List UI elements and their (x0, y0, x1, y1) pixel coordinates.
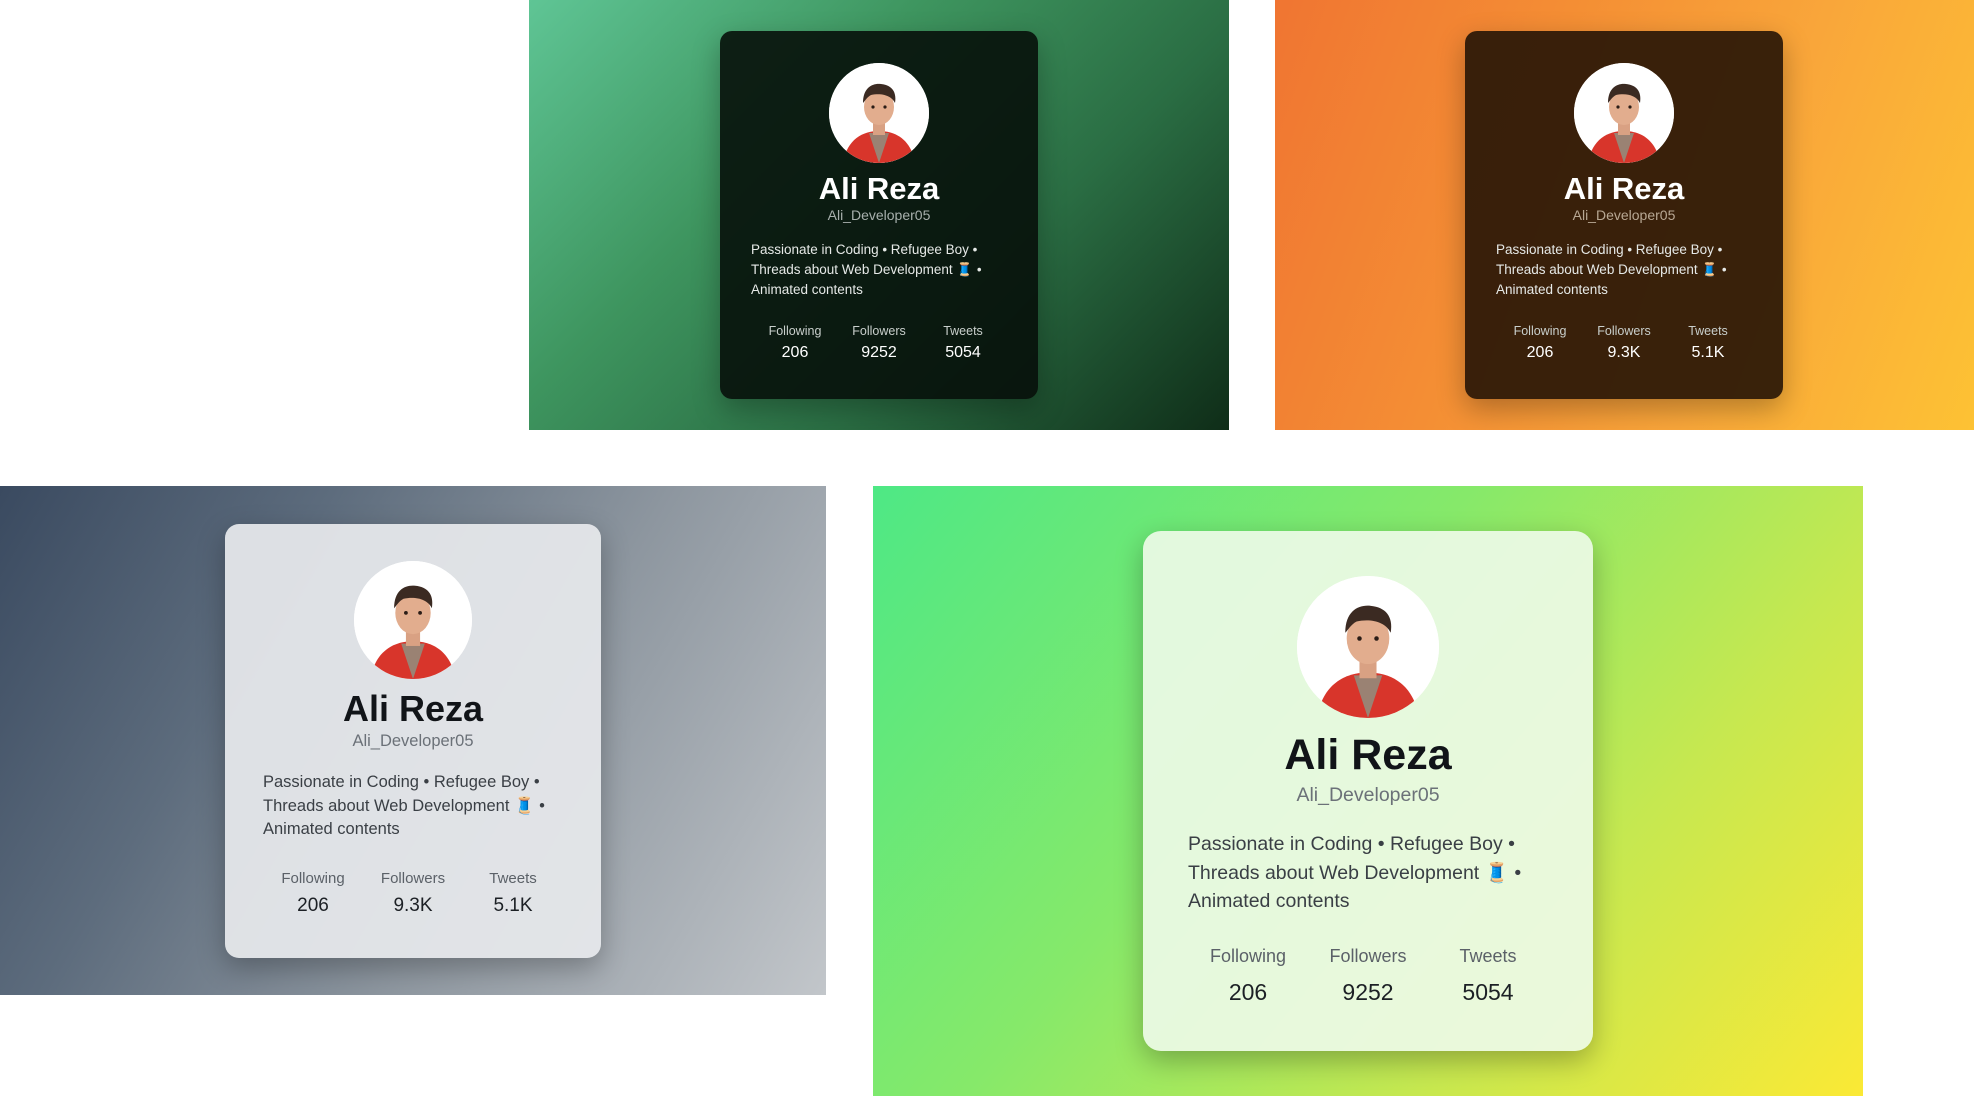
stat-following[interactable]: Following 206 (277, 870, 349, 917)
stat-value: 206 (1228, 979, 1268, 1005)
stat-value: 5054 (1462, 979, 1514, 1005)
profile-name: Ali Reza (1284, 731, 1452, 779)
stat-label: Following (768, 324, 822, 338)
avatar-photo-icon (829, 63, 929, 163)
stat-value: 206 (297, 895, 329, 916)
stat-followers[interactable]: Followers 9252 (848, 324, 910, 362)
stat-label: Tweets (489, 870, 537, 887)
stat-label: Tweets (1459, 946, 1517, 966)
stat-following[interactable]: Following 206 (1509, 324, 1571, 362)
stat-label: Following (1513, 324, 1567, 338)
stat-followers[interactable]: Followers 9252 (1325, 946, 1411, 1006)
stat-label: Followers (1329, 946, 1407, 966)
stat-label: Followers (852, 324, 906, 338)
avatar-photo-icon (1297, 576, 1439, 718)
slate-gradient-panel: Ali Reza Ali_Developer05 Passionate in C… (0, 486, 826, 995)
profile-bio: Passionate in Coding • Refugee Boy • Thr… (751, 242, 982, 297)
profile-stats: Following 206 Followers 9252 Tweets 5054 (720, 324, 1038, 362)
profile-bio: Passionate in Coding • Refugee Boy • Thr… (263, 773, 545, 838)
stat-tweets[interactable]: Tweets 5.1K (1677, 324, 1739, 362)
avatar-photo-icon (1574, 63, 1674, 163)
profile-card: Ali Reza Ali_Developer05 Passionate in C… (1143, 531, 1593, 1051)
profile-bio: Passionate in Coding • Refugee Boy • Thr… (1496, 242, 1727, 297)
profile-card: Ali Reza Ali_Developer05 Passionate in C… (225, 524, 601, 958)
stat-value: 9252 (1342, 979, 1394, 1005)
avatar[interactable] (354, 561, 472, 679)
profile-handle[interactable]: Ali_Developer05 (225, 732, 601, 751)
stat-value: 5054 (945, 344, 981, 361)
profile-name: Ali Reza (342, 688, 484, 729)
stat-label: Followers (1597, 324, 1651, 338)
stat-tweets[interactable]: Tweets 5054 (1445, 946, 1531, 1006)
profile-handle[interactable]: Ali_Developer05 (720, 207, 1038, 223)
avatar[interactable] (829, 63, 929, 163)
stat-value: 5.1K (493, 895, 533, 916)
lime-gradient-panel: Ali Reza Ali_Developer05 Passionate in C… (873, 486, 1863, 1096)
profile-card: Ali Reza Ali_Developer05 Passionate in C… (720, 31, 1038, 399)
stat-value: 206 (1526, 344, 1554, 361)
orange-gradient-panel: Ali Reza Ali_Developer05 Passionate in C… (1275, 0, 1974, 430)
stat-value: 9.3K (393, 895, 433, 916)
profile-handle[interactable]: Ali_Developer05 (1465, 207, 1783, 223)
profile-bio: Passionate in Coding • Refugee Boy • Thr… (1188, 833, 1522, 912)
profile-handle[interactable]: Ali_Developer05 (1143, 784, 1593, 807)
stat-value: 9252 (861, 344, 897, 361)
stat-value: 9.3K (1607, 344, 1641, 361)
stat-tweets[interactable]: Tweets 5054 (932, 324, 994, 362)
stat-value: 5.1K (1691, 344, 1725, 361)
stat-label: Following (1209, 946, 1287, 966)
profile-name: Ali Reza (818, 171, 940, 206)
profile-card: Ali Reza Ali_Developer05 Passionate in C… (1465, 31, 1783, 399)
stat-following[interactable]: Following 206 (764, 324, 826, 362)
stat-value: 206 (781, 344, 809, 361)
stat-followers[interactable]: Followers 9.3K (377, 870, 449, 917)
avatar-photo-icon (354, 561, 472, 679)
green-gradient-panel: Ali Reza Ali_Developer05 Passionate in C… (529, 0, 1229, 430)
avatar[interactable] (1574, 63, 1674, 163)
profile-stats: Following 206 Followers 9.3K Tweets 5.1K (1465, 324, 1783, 362)
stat-label: Followers (380, 870, 446, 887)
stat-label: Tweets (1688, 324, 1728, 338)
profile-name: Ali Reza (1563, 171, 1685, 206)
avatar[interactable] (1297, 576, 1439, 718)
stat-followers[interactable]: Followers 9.3K (1593, 324, 1655, 362)
profile-stats: Following 206 Followers 9252 Tweets 5054 (1143, 946, 1593, 1006)
stat-label: Tweets (943, 324, 983, 338)
profile-stats: Following 206 Followers 9.3K Tweets 5.1K (225, 870, 601, 917)
stat-tweets[interactable]: Tweets 5.1K (477, 870, 549, 917)
stat-label: Following (281, 870, 345, 887)
stat-following[interactable]: Following 206 (1205, 946, 1291, 1006)
